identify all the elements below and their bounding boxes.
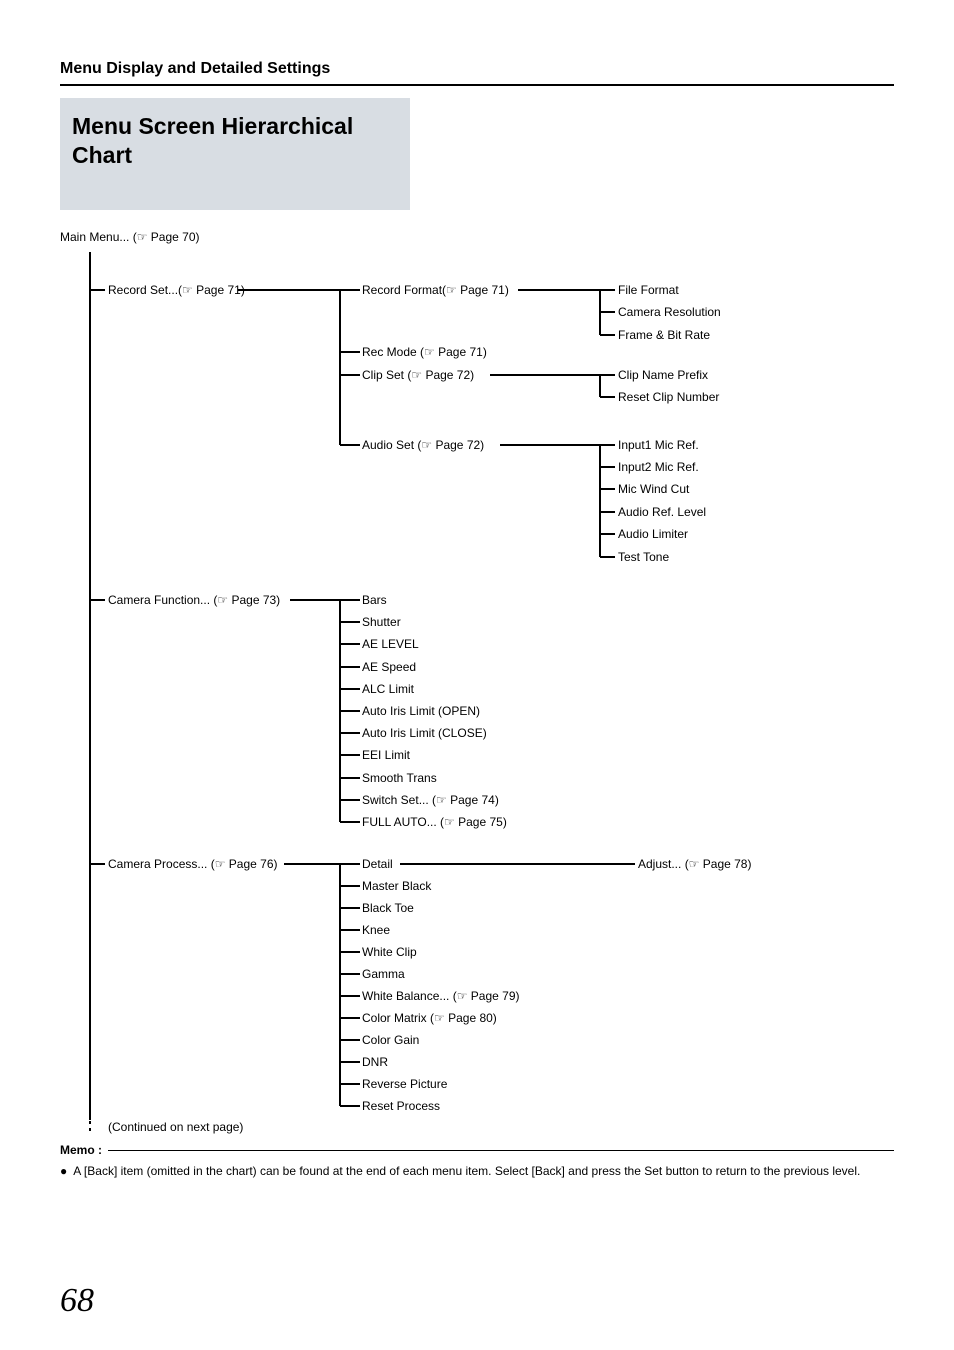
section-breadcrumb: Menu Display and Detailed Settings bbox=[60, 60, 894, 86]
node-auto-iris-open: Auto Iris Limit (OPEN) bbox=[362, 704, 480, 718]
memo-block: Memo : ● A [Back] item (omitted in the c… bbox=[60, 1150, 894, 1180]
hierarchy-chart: Main Menu... (☞ Page 70) Record Set...(☞… bbox=[60, 230, 894, 1140]
node-main-menu: Main Menu... (☞ Page 70) bbox=[60, 230, 200, 244]
node-alc-limit: ALC Limit bbox=[362, 682, 414, 696]
node-adjust: Adjust... (☞ Page 78) bbox=[638, 857, 751, 871]
node-rec-mode: Rec Mode (☞ Page 71) bbox=[362, 345, 487, 359]
node-eei-limit: EEI Limit bbox=[362, 748, 410, 762]
node-audio-set: Audio Set (☞ Page 72) bbox=[362, 438, 484, 452]
node-reverse-picture: Reverse Picture bbox=[362, 1077, 447, 1091]
node-frame-bit-rate: Frame & Bit Rate bbox=[618, 328, 710, 342]
node-camera-process: Camera Process... (☞ Page 76) bbox=[108, 857, 278, 871]
node-white-clip: White Clip bbox=[362, 945, 417, 959]
node-shutter: Shutter bbox=[362, 615, 401, 629]
node-full-auto: FULL AUTO... (☞ Page 75) bbox=[362, 815, 507, 829]
memo-label: Memo : bbox=[60, 1143, 108, 1157]
node-reset-process: Reset Process bbox=[362, 1099, 440, 1113]
node-ae-speed: AE Speed bbox=[362, 660, 416, 674]
node-black-toe: Black Toe bbox=[362, 901, 414, 915]
node-input2-mic: Input2 Mic Ref. bbox=[618, 460, 699, 474]
node-color-matrix: Color Matrix (☞ Page 80) bbox=[362, 1011, 497, 1025]
node-auto-iris-close: Auto Iris Limit (CLOSE) bbox=[362, 726, 487, 740]
node-gamma: Gamma bbox=[362, 967, 405, 981]
node-input1-mic: Input1 Mic Ref. bbox=[618, 438, 699, 452]
node-ae-level: AE LEVEL bbox=[362, 637, 419, 651]
node-mic-wind-cut: Mic Wind Cut bbox=[618, 482, 689, 496]
node-audio-ref-level: Audio Ref. Level bbox=[618, 505, 706, 519]
page-number: 68 bbox=[60, 1282, 94, 1320]
node-clip-name-prefix: Clip Name Prefix bbox=[618, 368, 708, 382]
node-white-balance: White Balance... (☞ Page 79) bbox=[362, 989, 520, 1003]
node-color-gain: Color Gain bbox=[362, 1033, 419, 1047]
page-title: Menu Screen Hierarchical Chart bbox=[72, 112, 410, 170]
node-camera-resolution: Camera Resolution bbox=[618, 305, 721, 319]
node-dnr: DNR bbox=[362, 1055, 388, 1069]
node-reset-clip-number: Reset Clip Number bbox=[618, 390, 719, 404]
node-camera-function: Camera Function... (☞ Page 73) bbox=[108, 593, 280, 607]
node-smooth-trans: Smooth Trans bbox=[362, 771, 437, 785]
title-box: Menu Screen Hierarchical Chart bbox=[60, 98, 410, 210]
node-record-set: Record Set...(☞ Page 71) bbox=[108, 283, 245, 297]
node-detail: Detail bbox=[362, 857, 393, 871]
node-record-format: Record Format(☞ Page 71) bbox=[362, 283, 509, 297]
node-file-format: File Format bbox=[618, 283, 679, 297]
node-continued: (Continued on next page) bbox=[108, 1120, 243, 1134]
node-clip-set: Clip Set (☞ Page 72) bbox=[362, 368, 474, 382]
memo-bullet: ● bbox=[60, 1163, 67, 1180]
node-test-tone: Test Tone bbox=[618, 550, 669, 564]
node-switch-set: Switch Set... (☞ Page 74) bbox=[362, 793, 499, 807]
node-bars: Bars bbox=[362, 593, 387, 607]
node-master-black: Master Black bbox=[362, 879, 431, 893]
node-knee: Knee bbox=[362, 923, 390, 937]
node-audio-limiter: Audio Limiter bbox=[618, 527, 688, 541]
memo-text: A [Back] item (omitted in the chart) can… bbox=[73, 1163, 860, 1180]
